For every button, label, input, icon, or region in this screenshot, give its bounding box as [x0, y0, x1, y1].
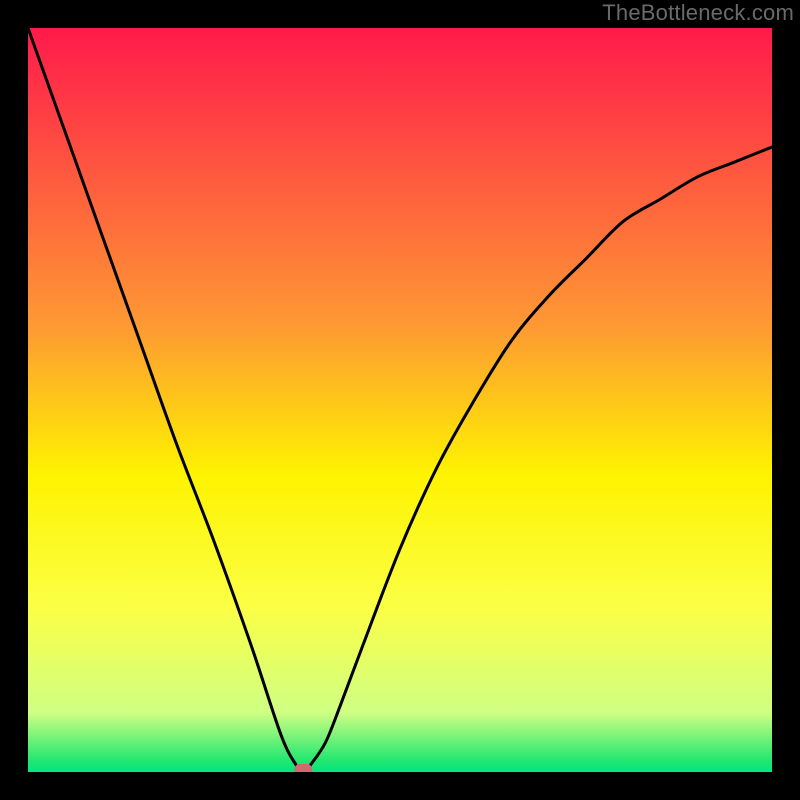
chart-background [28, 28, 772, 772]
chart-frame: TheBottleneck.com [0, 0, 800, 800]
bottleneck-chart [28, 28, 772, 772]
watermark-text: TheBottleneck.com [602, 0, 794, 26]
optimal-point-marker [294, 764, 312, 772]
